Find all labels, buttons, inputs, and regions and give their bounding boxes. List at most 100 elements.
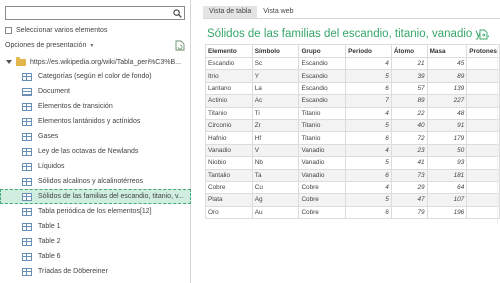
navigator-item-label: Table 6 — [38, 253, 61, 260]
table-cell: 5 — [345, 69, 392, 83]
navigator-item-label: Líquidos — [38, 163, 65, 170]
table-cell: 22 — [390, 106, 428, 120]
table-cell: Cu — [251, 180, 300, 195]
navigator-item-label: Gases — [38, 133, 59, 140]
table-cell: Escandio — [298, 56, 347, 71]
navigator-item[interactable]: Elementos de transición — [0, 99, 191, 114]
table-cell: Vanadio — [205, 143, 253, 158]
table-cell: 181 — [426, 168, 468, 182]
table-cell: Titanio — [205, 106, 253, 120]
navigator-item-label: Document — [38, 88, 70, 95]
table-cell: Zr — [251, 118, 300, 133]
table-cell: Ag — [251, 193, 300, 207]
navigator-item[interactable]: Document — [0, 84, 191, 99]
navigator-item[interactable]: Tabla periódica de los elementos[12] — [0, 204, 191, 219]
navigator-item[interactable]: Tríadas de Döbereiner — [0, 264, 191, 279]
view-tabs: Vista de tabla Vista web — [203, 6, 300, 18]
column-header[interactable]: Elemento — [205, 44, 253, 58]
search-input[interactable] — [6, 7, 166, 19]
table-icon — [22, 252, 32, 261]
export-icon[interactable] — [479, 29, 488, 40]
table-cell: 7 — [345, 94, 392, 108]
table-row: Cobre Cu Cobre 4 29 64 — [205, 180, 500, 195]
table-cell: 47 — [390, 193, 428, 207]
table-cell: 4 — [345, 106, 392, 120]
table-row: Lantano La Escandio 6 57 139 — [205, 81, 500, 96]
folder-icon — [16, 56, 26, 66]
navigator-item[interactable]: Gases — [0, 129, 191, 144]
table-cell: 50 — [426, 143, 468, 158]
navigator-item[interactable]: Líquidos — [0, 159, 191, 174]
column-header[interactable]: Periodo — [345, 44, 392, 58]
table-cell — [466, 118, 500, 133]
column-header[interactable]: Protones — [466, 44, 500, 58]
navigator-item[interactable]: Table 6 — [0, 249, 191, 264]
navigator-item-label: Table 2 — [38, 238, 61, 245]
table-cell: Titanio — [298, 118, 347, 133]
tab-table-view[interactable]: Vista de tabla — [203, 6, 258, 18]
table-cell: 6 — [345, 205, 392, 220]
table-cell: Vanadio — [298, 143, 347, 158]
table-icon — [22, 132, 32, 141]
table-cell: Y — [251, 69, 300, 83]
tab-web-view[interactable]: Vista web — [257, 6, 299, 18]
navigator-item[interactable]: Ley de las octavas de Newlands — [0, 144, 191, 159]
column-header[interactable]: Átomo — [390, 44, 428, 58]
table-cell — [466, 81, 500, 96]
preview-table: Elemento Símbolo Grupo Periodo Átomo Masa Prot… — [205, 44, 500, 220]
table-cell: 5 — [345, 118, 392, 133]
table-cell: La — [251, 81, 300, 96]
table-cell: 23 — [390, 143, 428, 158]
refresh-preview-icon[interactable] — [175, 40, 185, 51]
table-cell: 91 — [426, 118, 468, 133]
expand-triangle-icon[interactable] — [6, 60, 12, 64]
table-icon — [22, 207, 32, 216]
search-box[interactable] — [5, 6, 185, 20]
navigator-item[interactable]: Table 1 — [0, 219, 191, 234]
table-cell: 89 — [390, 94, 428, 108]
table-row: Escandio Sc Escandio 4 21 45 — [205, 56, 500, 71]
table-cell: 45 — [426, 56, 468, 71]
column-header[interactable]: Símbolo — [251, 44, 300, 58]
column-header[interactable]: Grupo — [298, 44, 347, 58]
table-row: Oro Au Cobre 6 79 196 — [205, 205, 500, 220]
table-cell: 57 — [390, 81, 428, 96]
table-cell: 6 — [345, 168, 392, 182]
table-icon — [22, 267, 32, 276]
table-cell: 4 — [345, 180, 392, 195]
navigator-item[interactable]: Sólidos alcalinos y alcalinotérreos — [0, 174, 191, 189]
select-multiple-checkbox[interactable] — [5, 27, 12, 34]
table-row: Itrio Y Escandio 5 39 89 — [205, 69, 500, 83]
navigator-item[interactable]: Table 2 — [0, 234, 191, 249]
navigator-item-label: Elementos lantánidos y actínidos — [38, 118, 141, 125]
preview-title: Sólidos de las familias del escandio, ti… — [207, 28, 490, 40]
navigator-item-label: Sólidos de las familias del escandio, ti… — [38, 193, 184, 200]
table-cell: 39 — [390, 69, 428, 83]
table-cell: 6 — [345, 131, 392, 145]
display-options-dropdown[interactable]: Opciones de presentación ▼ — [5, 42, 94, 49]
table-cell — [466, 168, 500, 182]
table-cell: 79 — [390, 205, 428, 220]
table-cell: 4 — [345, 143, 392, 158]
table-cell: 93 — [426, 156, 468, 170]
navigator-item[interactable]: Categorías (según el color de fondo) — [0, 69, 191, 84]
vertical-scrollbar[interactable] — [497, 44, 498, 224]
column-header[interactable]: Masa — [426, 44, 468, 58]
table-cell: Cobre — [205, 180, 253, 195]
navigator-item[interactable]: Sólidos de las familias del escandio, ti… — [0, 189, 191, 204]
navigator-item-label: Tríadas de Döbereiner — [38, 268, 108, 275]
table-cell: Niobio — [205, 156, 253, 170]
search-button[interactable] — [170, 7, 184, 19]
table-cell — [466, 94, 500, 108]
table-row: Circonio Zr Titanio 5 40 91 — [205, 118, 500, 133]
navigator-item[interactable]: Elementos lantánidos y actínidos — [0, 114, 191, 129]
table-cell: 48 — [426, 106, 468, 120]
select-multiple-row[interactable]: Seleccionar varios elementos — [5, 27, 107, 34]
table-cell: 40 — [390, 118, 428, 133]
tree-root-node[interactable]: https://es.wikipedia.org/wiki/Tabla_peri… — [0, 55, 191, 69]
table-cell: 4 — [345, 56, 392, 71]
navigator-item-label: Ley de las octavas de Newlands — [38, 148, 139, 155]
table-cell: 21 — [390, 56, 428, 71]
table-cell: Cobre — [298, 180, 347, 195]
table-icon — [22, 177, 32, 186]
